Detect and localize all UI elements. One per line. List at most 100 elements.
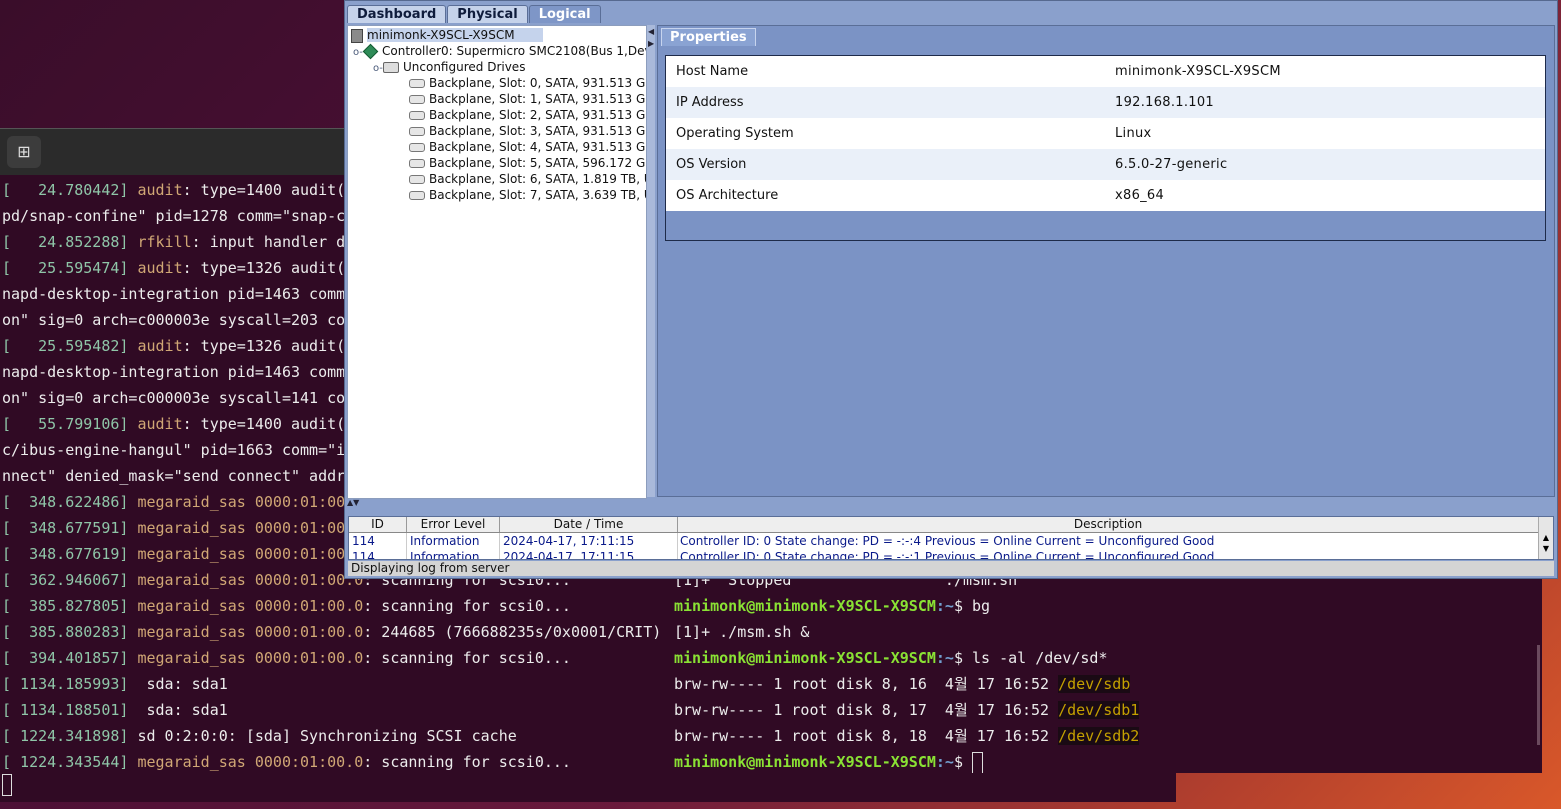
- terminal-scrollbar[interactable]: [1537, 645, 1540, 745]
- log-timestamp: [ 385.880283]: [2, 623, 129, 641]
- tree-item-drive[interactable]: Backplane, Slot: 6, SATA, 1.819 TB, U: [409, 171, 646, 187]
- log-timestamp: [ 348.677619]: [2, 545, 129, 563]
- log-message: pd/snap-confine" pid=1278 comm="snap-c: [2, 207, 346, 225]
- terminal-window-right[interactable]: [1]+ Stopped ./msm.sh minimonk@minimonk-…: [668, 575, 1542, 773]
- msm-tab-bar: Dashboard Physical Logical: [347, 3, 602, 23]
- log-message: sd 0:2:0:0: [sda] Synchronizing SCSI cac…: [128, 727, 517, 745]
- hard-drive-icon: [409, 191, 425, 200]
- hard-drive-icon: [409, 143, 425, 152]
- property-value: 6.5.0-27-generic: [1115, 157, 1228, 172]
- collapse-right-icon[interactable]: ▶: [648, 39, 654, 48]
- property-row[interactable]: Operating System Linux: [666, 118, 1545, 149]
- kernel-module: audit: [137, 259, 183, 277]
- log-message: : scanning for scsi0...: [363, 649, 571, 667]
- kernel-module: megaraid_sas 0000:01:00.0: [137, 623, 364, 641]
- kernel-module: audit: [137, 337, 183, 355]
- collapse-up-down-icon[interactable]: ▲▼: [347, 498, 359, 507]
- new-tab-button[interactable]: ⊞: [7, 136, 41, 168]
- log-message: : input handler d: [191, 233, 346, 251]
- hard-drive-icon: [409, 127, 425, 136]
- kernel-module: rfkill: [137, 233, 192, 251]
- log-timestamp: [ 25.595482]: [2, 337, 129, 355]
- property-row[interactable]: OS Architecture x86_64: [666, 180, 1545, 211]
- tree-item-drive[interactable]: Backplane, Slot: 3, SATA, 931.513 GI: [409, 123, 646, 139]
- terminal-line-prompt: minimonk@minimonk-X9SCL-X9SCM:~$: [674, 749, 984, 773]
- tab-logical[interactable]: Logical: [528, 5, 601, 23]
- log-header-row: ID Error Level Date / Time Description: [349, 517, 1539, 533]
- log-message: : scanning for scsi0...: [363, 597, 571, 615]
- collapse-left-icon[interactable]: ◀: [648, 27, 654, 36]
- log-header-id[interactable]: ID: [349, 517, 407, 532]
- msm-window: Dashboard Physical Logical minimonk-X9SCL-…: [344, 0, 1558, 579]
- log-row[interactable]: 114 Information 2024-04-17, 17:11:15 Contro…: [349, 549, 1539, 559]
- hard-drive-icon: [409, 159, 425, 168]
- log-cell-id: 114: [349, 533, 407, 549]
- property-row[interactable]: IP Address 192.168.1.101: [666, 87, 1545, 118]
- log-message: : 244685 (766688235s/0x0001/CRIT) -: [363, 623, 680, 641]
- hard-drive-icon: [409, 111, 425, 120]
- tree-item-drive[interactable]: Backplane, Slot: 4, SATA, 931.513 GI: [409, 139, 646, 155]
- log-message: c/ibus-engine-hangul" pid=1663 comm="i: [2, 441, 346, 459]
- property-row[interactable]: Host Name minimonk-X9SCL-X9SCM: [666, 56, 1545, 87]
- log-message: sda: sda1: [128, 701, 228, 719]
- split-divider-horizontal[interactable]: ▲▼: [345, 498, 1557, 511]
- log-cell-level: Information: [407, 533, 500, 549]
- kernel-module: megaraid_sas 0000:01:00: [137, 493, 346, 511]
- log-cell-id: 114: [349, 549, 407, 559]
- property-key: Operating System: [676, 126, 794, 141]
- new-tab-icon: ⊞: [17, 142, 31, 161]
- terminal-line-output: [1]+ ./msm.sh &: [674, 623, 810, 641]
- tab-physical[interactable]: Physical: [447, 5, 528, 23]
- log-scrollbar[interactable]: ▲ ▼: [1538, 517, 1553, 559]
- log-timestamp: [ 1224.343544]: [2, 753, 129, 771]
- log-message: : type=1326 audit(: [182, 259, 346, 277]
- controller-icon: [362, 43, 379, 60]
- kernel-module: megaraid_sas 0000:01:00: [137, 545, 346, 563]
- event-log-table[interactable]: ID Error Level Date / Time Description 1…: [348, 516, 1554, 560]
- log-message: : type=1400 audit(: [182, 181, 346, 199]
- log-timestamp: [ 394.401857]: [2, 649, 129, 667]
- kernel-module: megaraid_sas 0000:01:00: [137, 519, 346, 537]
- tree-toggle-icon[interactable]: o-: [373, 61, 383, 77]
- log-message: : scanning for scsi0...: [363, 753, 571, 771]
- server-icon: [351, 28, 363, 43]
- device-tree[interactable]: minimonk-X9SCL-X9SCM o- Controller0: Supe…: [347, 25, 647, 499]
- property-value: Linux: [1115, 126, 1152, 141]
- scroll-down-icon[interactable]: ▼: [1539, 544, 1553, 553]
- drive-group-icon: [383, 62, 399, 73]
- log-header-datetime[interactable]: Date / Time: [500, 517, 678, 532]
- tree-item-drive[interactable]: Backplane, Slot: 5, SATA, 596.172 GI: [409, 155, 646, 171]
- split-divider-vertical[interactable]: ◀ ▶: [647, 25, 655, 497]
- terminal-cursor: [2, 774, 12, 796]
- terminal-line-cmd-ls: minimonk@minimonk-X9SCL-X9SCM:~$ ls -al …: [674, 649, 1108, 667]
- kernel-module: audit: [137, 415, 183, 433]
- tree-item-controller[interactable]: o- Controller0: Supermicro SMC2108(Bus 1,…: [353, 43, 646, 61]
- kernel-module: megaraid_sas 0000:01:00.0: [137, 597, 364, 615]
- hard-drive-icon: [409, 175, 425, 184]
- log-timestamp: [ 24.852288]: [2, 233, 129, 251]
- log-timestamp: [ 348.622486]: [2, 493, 129, 511]
- tab-properties[interactable]: Properties: [661, 28, 756, 46]
- tree-item-drive[interactable]: Backplane, Slot: 7, SATA, 3.639 TB, U: [409, 187, 646, 203]
- terminal-cursor: [972, 751, 984, 773]
- log-timestamp: [ 25.595474]: [2, 259, 129, 277]
- log-header-level[interactable]: Error Level: [407, 517, 500, 532]
- tree-item-drive[interactable]: Backplane, Slot: 0, SATA, 931.513 GI: [409, 75, 646, 91]
- tree-toggle-icon[interactable]: o-: [353, 45, 363, 61]
- properties-table: Host Name minimonk-X9SCL-X9SCM IP Address 1…: [665, 55, 1546, 241]
- log-header-description[interactable]: Description: [678, 517, 1539, 532]
- property-key: OS Architecture: [676, 188, 779, 203]
- log-message: napd-desktop-integration pid=1463 comm: [2, 363, 346, 381]
- tree-item-unconfigured[interactable]: o- Unconfigured Drives: [373, 59, 525, 75]
- tree-item-drive[interactable]: Backplane, Slot: 1, SATA, 931.513 GI: [409, 91, 646, 107]
- tab-dashboard[interactable]: Dashboard: [347, 5, 447, 23]
- log-row[interactable]: 114 Information 2024-04-17, 17:11:15 Contro…: [349, 533, 1539, 549]
- tree-item-host[interactable]: minimonk-X9SCL-X9SCM: [351, 27, 543, 43]
- tree-item-drive[interactable]: Backplane, Slot: 2, SATA, 931.513 GI: [409, 107, 646, 123]
- log-message: napd-desktop-integration pid=1463 comm: [2, 285, 346, 303]
- log-timestamp: [ 362.946067]: [2, 571, 129, 589]
- kernel-module: megaraid_sas 0000:01:00.0: [137, 649, 364, 667]
- property-key: IP Address: [676, 95, 744, 110]
- scroll-up-icon[interactable]: ▲: [1539, 533, 1553, 542]
- property-row[interactable]: OS Version 6.5.0-27-generic: [666, 149, 1545, 180]
